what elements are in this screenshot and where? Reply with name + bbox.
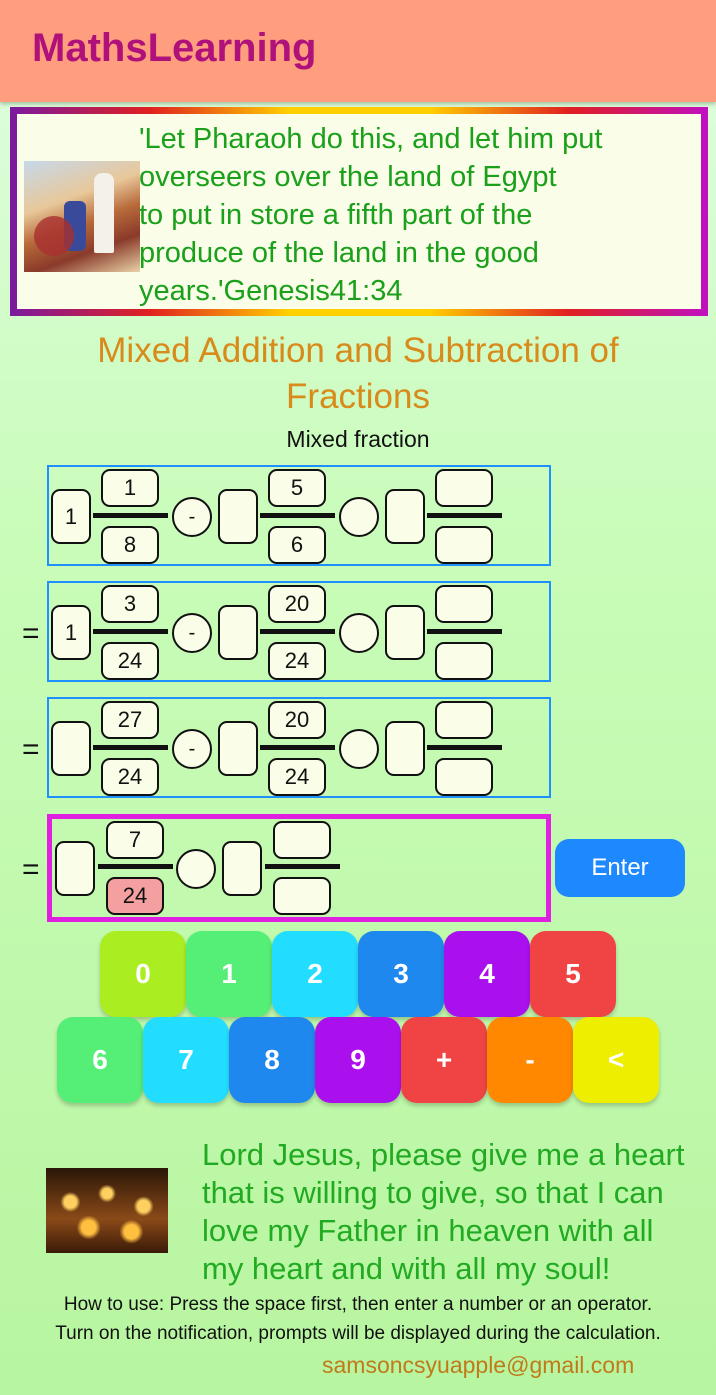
whole-input[interactable] — [55, 841, 95, 896]
operator-input[interactable]: - — [172, 729, 212, 769]
operator-input[interactable] — [339, 613, 379, 653]
numerator-input[interactable] — [435, 469, 493, 507]
equals-sign: = — [22, 853, 40, 886]
contact-email[interactable]: samsoncsyuapple@gmail.com — [322, 1352, 634, 1379]
prayer-line: that is willing to give, so that I can — [202, 1175, 664, 1210]
numerator-input[interactable] — [435, 701, 493, 739]
verse-panel: 'Let Pharaoh do this, and let him put ov… — [17, 114, 701, 309]
whole-input[interactable] — [222, 841, 262, 896]
verse-line: 'Let Pharaoh do this, and let him put — [139, 123, 603, 155]
operator-input[interactable] — [176, 849, 216, 889]
denominator-input[interactable]: 6 — [268, 526, 326, 564]
numerator-input[interactable]: 1 — [101, 469, 159, 507]
denominator-input[interactable]: 24 — [268, 642, 326, 680]
denominator-input[interactable] — [435, 642, 493, 680]
howto-text: How to use: Press the space first, then … — [63, 1294, 653, 1315]
numerator-input[interactable]: 20 — [268, 701, 326, 739]
whole-input[interactable] — [51, 721, 91, 776]
pharaoh-illustration — [24, 161, 140, 272]
operator-input[interactable]: - — [172, 497, 212, 537]
key-4[interactable]: 4 — [444, 931, 530, 1017]
key-minus[interactable]: - — [487, 1017, 573, 1103]
fraction-bar — [427, 745, 502, 750]
numerator-input[interactable]: 3 — [101, 585, 159, 623]
denominator-input[interactable] — [435, 758, 493, 796]
operator-input[interactable] — [339, 497, 379, 537]
operator-input[interactable] — [339, 729, 379, 769]
denominator-input[interactable]: 24 — [101, 758, 159, 796]
exercise-title: Mixed Addition and Subtraction of Fracti… — [0, 328, 716, 420]
prayer-line: love my Father in heaven with all — [202, 1213, 654, 1248]
numerator-input[interactable]: 27 — [101, 701, 159, 739]
key-7[interactable]: 7 — [143, 1017, 229, 1103]
exercise-title-line: Fractions — [286, 377, 430, 416]
verse-line: overseers over the land of Egypt — [139, 161, 557, 193]
fraction-bar — [98, 864, 173, 869]
prayer-line: Lord Jesus, please give me a heart — [202, 1137, 685, 1172]
exercise-title-line: Mixed Addition and Subtraction of — [97, 331, 619, 370]
whole-input[interactable] — [385, 605, 425, 660]
fraction-bar — [260, 629, 335, 634]
prayer-text: Lord Jesus, please give me a heart that … — [202, 1136, 702, 1288]
howto-text: Turn on the notification, prompts will b… — [55, 1323, 661, 1344]
key-9[interactable]: 9 — [315, 1017, 401, 1103]
fraction-bar — [93, 745, 168, 750]
whole-input[interactable]: 1 — [51, 489, 91, 544]
candles-image — [46, 1168, 168, 1253]
denominator-input[interactable] — [273, 877, 331, 915]
numerator-input[interactable] — [273, 821, 331, 859]
verse-text: 'Let Pharaoh do this, and let him put ov… — [139, 120, 699, 310]
numerator-input[interactable] — [435, 585, 493, 623]
key-1[interactable]: 1 — [186, 931, 272, 1017]
app-title: MathsLearning — [32, 26, 317, 70]
denominator-input[interactable] — [435, 526, 493, 564]
whole-input[interactable] — [385, 721, 425, 776]
numerator-input[interactable]: 7 — [106, 821, 164, 859]
numerator-input[interactable]: 5 — [268, 469, 326, 507]
verse-frame: 'Let Pharaoh do this, and let him put ov… — [10, 107, 708, 316]
denominator-input-active[interactable]: 24 — [106, 877, 164, 915]
whole-input[interactable] — [385, 489, 425, 544]
key-6[interactable]: 6 — [57, 1017, 143, 1103]
verse-line: to put in store a fifth part of the — [139, 199, 533, 231]
key-backspace[interactable]: < — [573, 1017, 659, 1103]
key-5[interactable]: 5 — [530, 931, 616, 1017]
denominator-input[interactable]: 24 — [268, 758, 326, 796]
whole-input[interactable] — [218, 721, 258, 776]
fraction-bar — [260, 745, 335, 750]
mode-label: Mixed fraction — [286, 426, 430, 452]
key-0[interactable]: 0 — [100, 931, 186, 1017]
key-2[interactable]: 2 — [272, 931, 358, 1017]
operator-input[interactable]: - — [172, 613, 212, 653]
prayer-line: my heart and with all my soul! — [202, 1251, 611, 1286]
fraction-bar — [93, 513, 168, 518]
key-8[interactable]: 8 — [229, 1017, 315, 1103]
whole-input[interactable] — [218, 605, 258, 660]
key-plus[interactable]: + — [401, 1017, 487, 1103]
equals-sign: = — [22, 733, 40, 766]
verse-line: years.'Genesis41:34 — [139, 275, 403, 307]
numerator-input[interactable]: 20 — [268, 585, 326, 623]
app-bar: MathsLearning — [0, 0, 716, 102]
equals-sign: = — [22, 617, 40, 650]
denominator-input[interactable]: 24 — [101, 642, 159, 680]
fraction-bar — [265, 864, 340, 869]
fraction-bar — [260, 513, 335, 518]
fraction-bar — [427, 629, 502, 634]
whole-input[interactable]: 1 — [51, 605, 91, 660]
key-3[interactable]: 3 — [358, 931, 444, 1017]
fraction-bar — [93, 629, 168, 634]
fraction-bar — [427, 513, 502, 518]
whole-input[interactable] — [218, 489, 258, 544]
enter-button[interactable]: Enter — [555, 839, 685, 897]
denominator-input[interactable]: 8 — [101, 526, 159, 564]
verse-line: produce of the land in the good — [139, 237, 539, 269]
